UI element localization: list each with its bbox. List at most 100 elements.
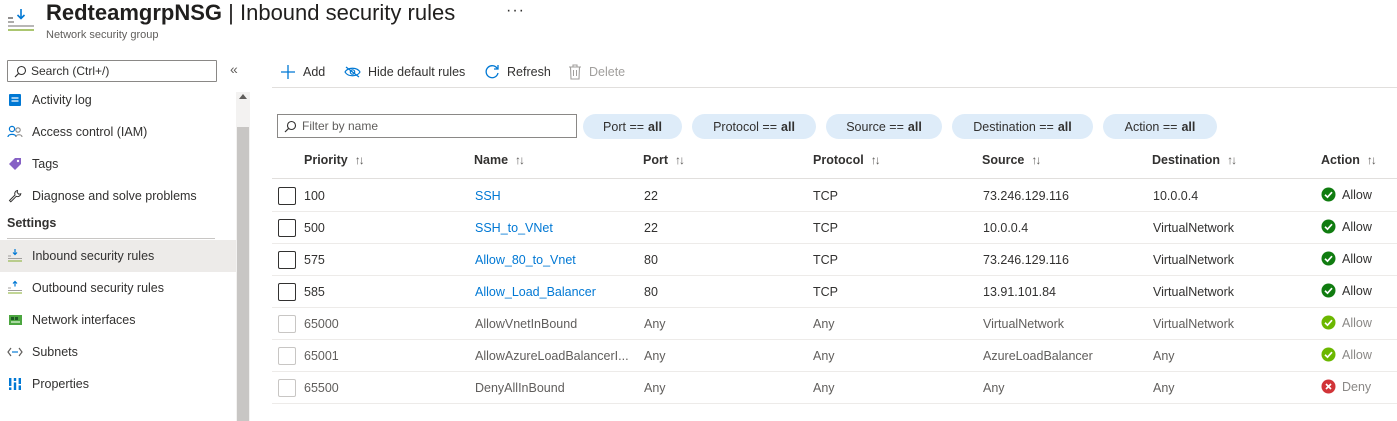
filter-by-name[interactable] [277, 114, 577, 138]
cell-name[interactable]: Allow_80_to_Vnet [475, 253, 637, 267]
column-header-port[interactable]: Port ↑↓ [643, 153, 685, 167]
cell-name[interactable]: SSH_to_VNet [475, 221, 637, 235]
page-header: RedteamgrpNSG | Inbound security rules ·… [0, 0, 1397, 48]
column-header-protocol[interactable]: Protocol ↑↓ [813, 153, 881, 167]
sidebar-item-properties[interactable]: Properties [0, 368, 236, 400]
sidebar-search[interactable] [7, 60, 217, 82]
table-row[interactable]: 65000 AllowVnetInBound Any Any VirtualNetwor… [272, 308, 1397, 340]
cell-source: AzureLoadBalancer [983, 349, 1093, 363]
sidebar-item-label: Outbound security rules [32, 281, 165, 295]
action-label: Allow [1342, 315, 1372, 330]
cell-action: Allow [1321, 283, 1372, 298]
sidebar-scrollbar[interactable] [236, 92, 250, 421]
trash-icon [569, 64, 581, 80]
properties-icon [6, 375, 24, 393]
page-subtitle: Network security group [46, 29, 159, 41]
check-circle-icon [1321, 219, 1336, 234]
sidebar-item-outbound-rules[interactable]: Outbound security rules [0, 272, 236, 304]
filter-pill-port[interactable]: Port == all [583, 114, 682, 139]
cell-name[interactable]: Allow_Load_Balancer [475, 285, 637, 299]
row-checkbox[interactable] [278, 219, 296, 237]
sidebar-item-network-interfaces[interactable]: Network interfaces [0, 304, 236, 336]
wrench-icon [6, 187, 24, 205]
cell-action: Allow [1321, 187, 1372, 202]
filter-pill-protocol[interactable]: Protocol == all [692, 114, 816, 139]
action-label: Allow [1342, 219, 1372, 234]
table-row[interactable]: 575 Allow_80_to_Vnet 80 TCP 73.246.129.116 Vi… [272, 244, 1397, 276]
filter-pill-destination[interactable]: Destination == all [952, 114, 1093, 139]
column-header-action[interactable]: Action ↑↓ [1321, 153, 1377, 167]
cell-action: Allow [1321, 251, 1372, 266]
column-header-destination[interactable]: Destination ↑↓ [1152, 153, 1237, 167]
scrollbar-thumb[interactable] [237, 127, 249, 421]
table-row[interactable]: 65500 DenyAllInBound Any Any Any Any Deny [272, 372, 1397, 404]
check-circle-icon [1321, 315, 1336, 330]
hide-default-rules-button[interactable]: Hide default rules [344, 60, 465, 84]
sidebar-divider [7, 238, 215, 239]
sidebar-item-label: Inbound security rules [32, 249, 155, 263]
command-bar: Add Hide default rules Refresh Delete [272, 56, 1397, 88]
check-circle-icon [1321, 251, 1336, 266]
column-header-name[interactable]: Name ↑↓ [474, 153, 525, 167]
sort-icon[interactable]: ↑↓ [871, 153, 881, 167]
sidebar-item-label: Subnets [32, 345, 78, 359]
activity-log-icon [6, 91, 24, 109]
cell-protocol: Any [813, 317, 835, 331]
row-checkbox[interactable] [278, 283, 296, 301]
row-checkbox [278, 379, 296, 397]
sort-icon[interactable]: ↑↓ [355, 153, 365, 167]
column-header-source[interactable]: Source ↑↓ [982, 153, 1041, 167]
row-checkbox [278, 347, 296, 365]
sort-icon[interactable]: ↑↓ [1367, 153, 1377, 167]
check-circle-icon [1321, 347, 1336, 362]
cell-priority: 65000 [304, 317, 339, 331]
row-checkbox[interactable] [278, 251, 296, 269]
check-circle-icon [1321, 283, 1336, 298]
filter-by-name-input[interactable] [302, 117, 572, 135]
sidebar-item-subnets[interactable]: Subnets [0, 336, 236, 368]
cell-destination: 10.0.0.4 [1153, 189, 1199, 203]
cell-port: 80 [644, 285, 658, 299]
table-row[interactable]: 585 Allow_Load_Balancer 80 TCP 13.91.101.84 V… [272, 276, 1397, 308]
refresh-button[interactable]: Refresh [484, 60, 551, 84]
cell-protocol: TCP [813, 189, 838, 203]
filter-pill-action[interactable]: Action == all [1103, 114, 1217, 139]
cell-source: Any [983, 381, 1005, 395]
cell-action: Deny [1321, 379, 1371, 394]
sort-icon[interactable]: ↑↓ [515, 153, 525, 167]
cell-protocol: Any [813, 349, 835, 363]
refresh-icon [485, 65, 499, 79]
collapse-sidebar-button[interactable]: « [230, 61, 238, 77]
add-button[interactable]: Add [280, 60, 325, 84]
cell-destination: VirtualNetwork [1153, 285, 1235, 299]
table-row[interactable]: 100 SSH 22 TCP 73.246.129.116 10.0.0.4 Allow [272, 180, 1397, 212]
inbound-rules-icon [6, 247, 24, 265]
sidebar-item-access-control[interactable]: Access control (IAM) [0, 116, 236, 148]
row-checkbox[interactable] [278, 187, 296, 205]
sort-icon[interactable]: ↑↓ [1031, 153, 1041, 167]
cell-source: 73.246.129.116 [983, 253, 1069, 267]
scroll-up-icon[interactable] [239, 94, 247, 99]
cell-destination: VirtualNetwork [1153, 253, 1235, 267]
sidebar-item-activity-log[interactable]: Activity log [0, 84, 236, 116]
sidebar-item-inbound-rules[interactable]: Inbound security rules [0, 240, 236, 272]
sidebar-section-settings: Settings [7, 216, 57, 230]
cell-action: Allow [1321, 315, 1372, 330]
delete-button[interactable]: Delete [568, 60, 625, 84]
column-header-priority[interactable]: Priority ↑↓ [304, 153, 365, 167]
sort-icon[interactable]: ↑↓ [675, 153, 685, 167]
filter-pill-source[interactable]: Source == all [826, 114, 942, 139]
sidebar-item-label: Properties [32, 377, 89, 391]
sort-icon[interactable]: ↑↓ [1227, 153, 1237, 167]
table-row[interactable]: 500 SSH_to_VNet 22 TCP 10.0.0.4 VirtualNetwor… [272, 212, 1397, 244]
cell-priority: 500 [304, 221, 325, 235]
table-row[interactable]: 65001 AllowAzureLoadBalancerI... Any Any Azu… [272, 340, 1397, 372]
sidebar-item-tags[interactable]: Tags [0, 148, 236, 180]
sidebar-search-input[interactable] [31, 62, 211, 80]
more-options-button[interactable]: ··· [506, 2, 525, 20]
sidebar-item-diagnose[interactable]: Diagnose and solve problems [0, 180, 236, 212]
cell-name[interactable]: SSH [475, 189, 637, 203]
cell-name: AllowVnetInBound [475, 317, 578, 331]
cell-name: AllowAzureLoadBalancerI... [475, 349, 629, 363]
sidebar-item-label: Activity log [32, 93, 92, 107]
